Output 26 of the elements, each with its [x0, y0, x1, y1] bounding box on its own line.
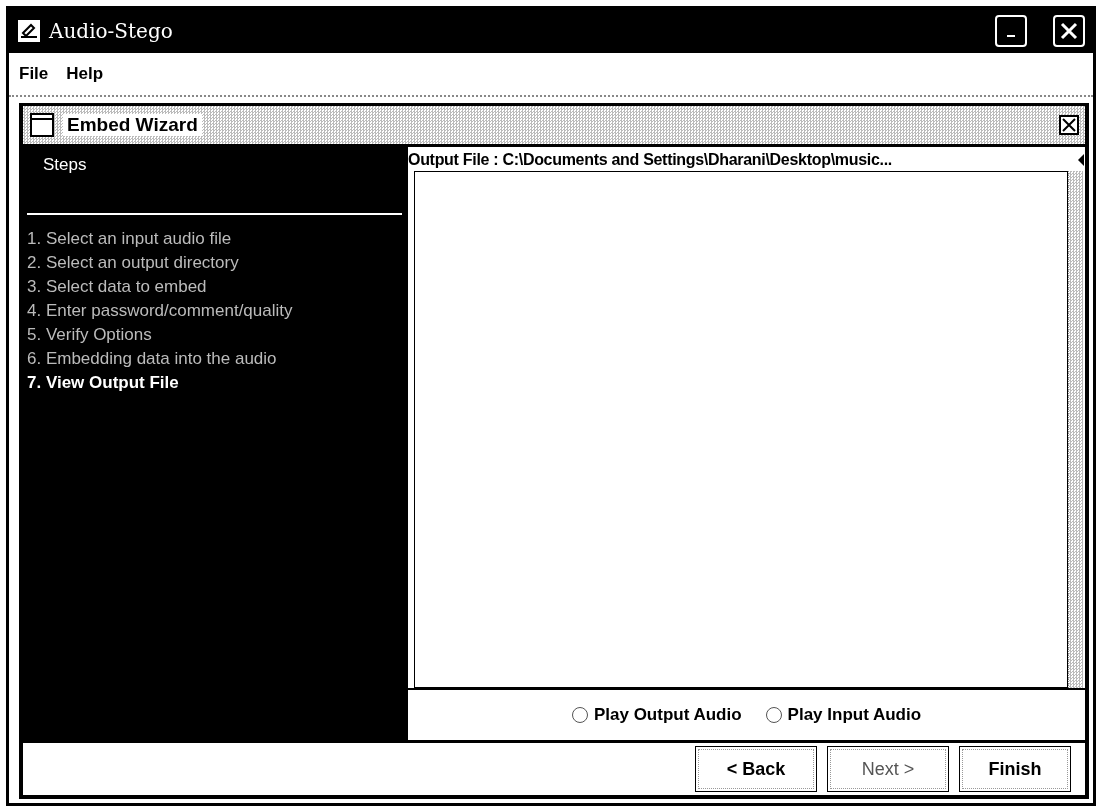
step-label: 2. Select an output directory	[27, 252, 240, 274]
step-label: 3. Select data to embed	[27, 276, 208, 298]
menu-item[interactable]: File	[19, 64, 49, 84]
step-label: 1. Select an input audio file	[27, 228, 233, 250]
output-file-label: Output File : C:\Documents and Settings\Dharani\Desktop\music...	[408, 151, 893, 169]
window-title: Audio-Stego	[49, 19, 174, 43]
radio-option[interactable]: Play Input Audio	[765, 705, 922, 725]
wizard-button[interactable]: Finish	[959, 746, 1071, 792]
step-label: 6. Embedding data into the audio	[27, 348, 278, 370]
menu-item[interactable]: Help	[66, 64, 104, 84]
step-label: 7. View Output File	[27, 372, 180, 394]
step-label: 4. Enter password/comment/quality	[27, 300, 294, 322]
app-icon	[17, 19, 41, 43]
steps-heading: Steps	[43, 155, 88, 175]
close-button[interactable]	[1053, 15, 1085, 47]
minimize-button[interactable]	[995, 15, 1027, 47]
wizard-button[interactable]: < Back	[695, 746, 817, 792]
radio-option[interactable]: Play Output Audio	[571, 705, 742, 725]
close-icon[interactable]	[1059, 115, 1079, 135]
scroll-left-icon[interactable]	[1077, 153, 1085, 167]
scrollbar[interactable]	[1068, 171, 1083, 688]
frame-title: Embed Wizard	[63, 114, 202, 136]
step-label: 5. Verify Options	[27, 324, 153, 346]
minimize-icon	[1007, 35, 1015, 37]
window-icon	[29, 112, 55, 138]
close-icon	[1059, 21, 1079, 41]
